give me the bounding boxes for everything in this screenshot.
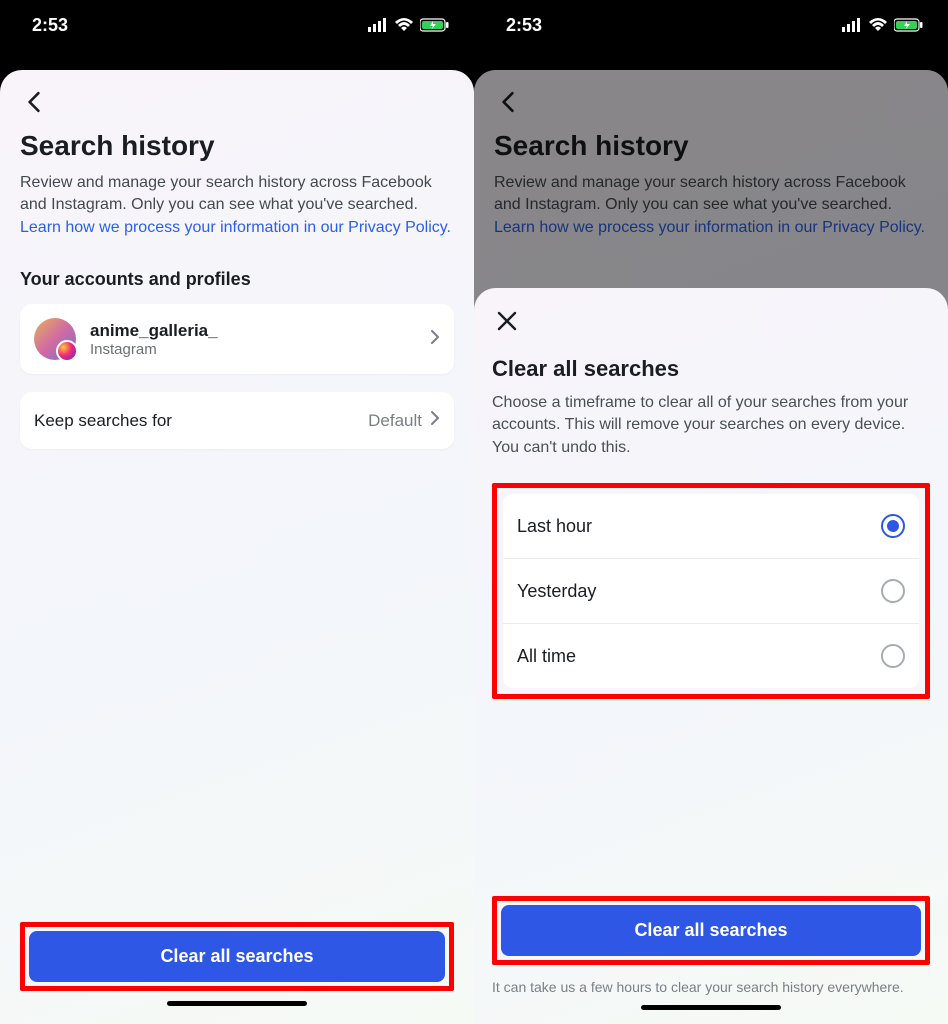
account-row[interactable]: anime_galleria_ Instagram xyxy=(20,304,454,374)
privacy-policy-link: Learn how we process your information in… xyxy=(494,219,925,236)
signal-icon xyxy=(368,18,388,32)
clear-all-searches-button[interactable]: Clear all searches xyxy=(501,905,921,956)
option-label: All time xyxy=(517,646,576,667)
modal-description: Choose a timeframe to clear all of your … xyxy=(492,392,930,459)
back-button xyxy=(494,88,522,116)
bottom-area: Clear all searches xyxy=(20,922,454,1006)
battery-icon xyxy=(420,18,450,32)
wifi-icon xyxy=(394,18,414,32)
phone-left: 2:53 Search history Review and manage yo… xyxy=(0,0,474,1024)
status-icons xyxy=(842,18,924,32)
option-last-hour[interactable]: Last hour xyxy=(503,494,919,559)
clear-all-searches-button[interactable]: Clear all searches xyxy=(29,931,445,982)
keep-searches-label: Keep searches for xyxy=(34,411,172,431)
desc-text: Review and manage your search history ac… xyxy=(494,174,906,213)
back-button[interactable] xyxy=(20,88,48,116)
radio-unselected xyxy=(881,579,905,603)
home-indicator[interactable] xyxy=(167,1001,307,1006)
clear-searches-modal: Clear all searches Choose a timeframe to… xyxy=(474,288,948,1024)
radio-unselected xyxy=(881,644,905,668)
avatar xyxy=(34,318,76,360)
account-text: anime_galleria_ Instagram xyxy=(90,321,218,358)
close-icon xyxy=(496,310,518,332)
timeframe-options: Last hour Yesterday All time xyxy=(503,494,919,688)
chevron-left-icon xyxy=(500,91,516,113)
option-label: Yesterday xyxy=(517,581,596,602)
account-name: anime_galleria_ xyxy=(90,321,218,341)
option-label: Last hour xyxy=(517,516,592,537)
status-bar: 2:53 xyxy=(474,0,948,50)
modal-title: Clear all searches xyxy=(492,356,930,382)
chevron-left-icon xyxy=(26,91,42,113)
chevron-right-icon xyxy=(430,410,440,431)
chevron-right-icon xyxy=(430,329,440,350)
page-description: Review and manage your search history ac… xyxy=(20,172,454,239)
option-all-time[interactable]: All time xyxy=(503,624,919,688)
highlight-box: Last hour Yesterday All time xyxy=(492,483,930,699)
page-title: Search history xyxy=(494,130,928,162)
signal-icon xyxy=(842,18,862,32)
close-button[interactable] xyxy=(492,306,522,336)
status-time: 2:53 xyxy=(506,15,542,36)
radio-selected xyxy=(881,514,905,538)
page-title: Search history xyxy=(20,130,454,162)
page-description: Review and manage your search history ac… xyxy=(494,172,928,239)
highlight-box: Clear all searches xyxy=(20,922,454,991)
wifi-icon xyxy=(868,18,888,32)
footnote: It can take us a few hours to clear your… xyxy=(492,979,930,995)
options-wrap: Last hour Yesterday All time xyxy=(492,483,930,699)
phone-right: 2:53 Search history Review and manage yo… xyxy=(474,0,948,1024)
desc-text: Review and manage your search history ac… xyxy=(20,174,432,213)
highlight-box: Clear all searches xyxy=(492,896,930,965)
status-bar: 2:53 xyxy=(0,0,474,50)
keep-searches-row[interactable]: Keep searches for Default xyxy=(20,392,454,449)
home-indicator[interactable] xyxy=(641,1005,781,1010)
option-yesterday[interactable]: Yesterday xyxy=(503,559,919,624)
battery-icon xyxy=(894,18,924,32)
status-time: 2:53 xyxy=(32,15,68,36)
account-platform: Instagram xyxy=(90,341,218,358)
status-icons xyxy=(368,18,450,32)
privacy-policy-link[interactable]: Learn how we process your information in… xyxy=(20,219,451,236)
accounts-section-title: Your accounts and profiles xyxy=(20,269,454,290)
main-sheet: Search history Review and manage your se… xyxy=(0,70,474,1024)
keep-searches-value: Default xyxy=(368,411,422,431)
modal-footer: Clear all searches It can take us a few … xyxy=(492,896,930,1010)
